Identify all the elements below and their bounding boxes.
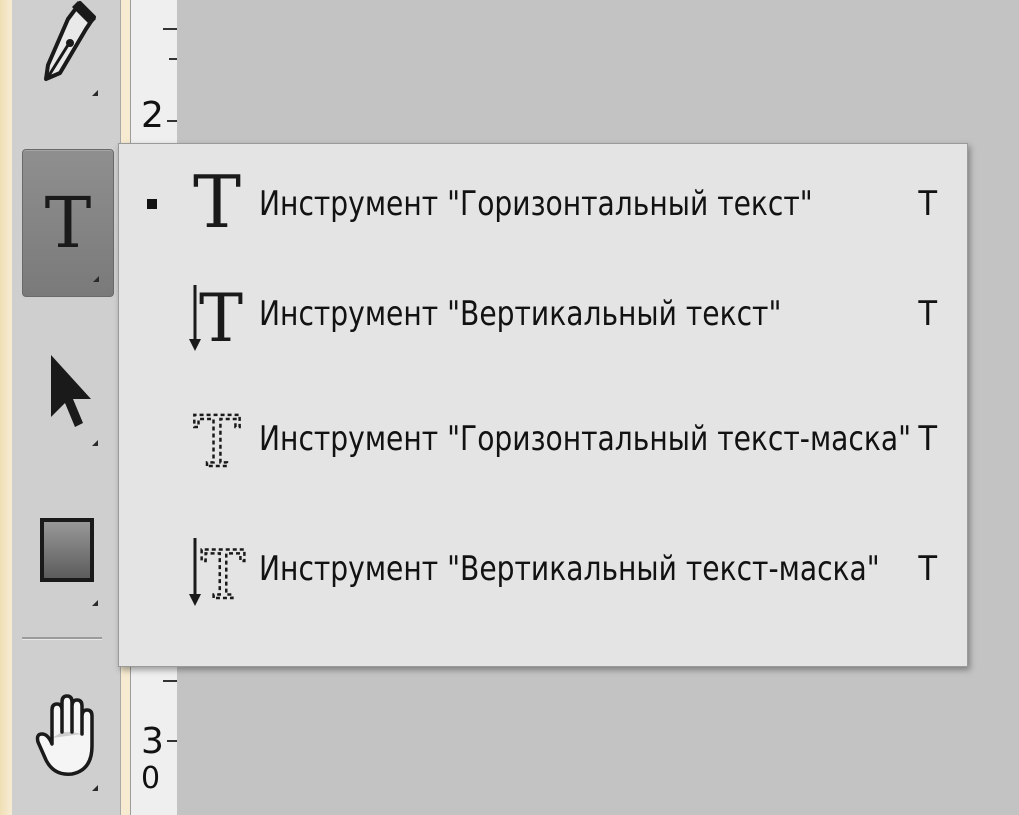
type-tool-button[interactable]: T	[22, 149, 114, 297]
svg-text:T: T	[193, 160, 241, 244]
menu-item-label: Инструмент "Горизонтальный текст"	[259, 184, 813, 224]
type-tools-flyout-menu: T Инструмент "Горизонтальный текст" T T …	[118, 143, 968, 667]
svg-text:T: T	[194, 401, 241, 483]
ruler-tick	[163, 680, 177, 682]
menu-item-label: Инструмент "Горизонтальный текст-маска"	[259, 419, 912, 459]
menu-item-label: Инструмент "Вертикальный текст"	[259, 294, 782, 334]
ruler-tick	[167, 740, 177, 742]
arrow-icon	[51, 355, 91, 427]
rectangle-tool-button[interactable]	[22, 480, 112, 620]
hand-icon	[35, 694, 94, 776]
pen-tool-button[interactable]	[22, 0, 112, 110]
svg-text:T: T	[199, 280, 243, 357]
rectangle-icon	[40, 518, 94, 582]
shortcut-label: T	[918, 419, 937, 459]
ruler-number: 0	[141, 761, 161, 796]
hand-tool-button[interactable]	[22, 665, 112, 805]
vertical-type-mask-icon: T	[189, 536, 246, 615]
menu-item-horizontal-type[interactable]: T Инструмент "Горизонтальный текст" T	[119, 149, 967, 259]
submenu-indicator-icon	[92, 440, 98, 446]
shortcut-label: T	[918, 184, 937, 224]
svg-text:T: T	[201, 537, 245, 614]
menu-item-vertical-type-mask[interactable]: T Инструмент "Вертикальный текст-маска" …	[119, 514, 967, 624]
submenu-indicator-icon	[93, 276, 99, 282]
horizontal-type-icon: T	[193, 160, 241, 244]
shortcut-label: T	[918, 294, 937, 334]
type-icon: T	[44, 182, 92, 264]
ruler-tick	[167, 120, 177, 122]
ruler-tick	[163, 28, 177, 30]
submenu-indicator-icon	[92, 90, 98, 96]
vertical-type-icon: T	[189, 280, 243, 357]
ruler-tick	[169, 58, 177, 60]
selected-bullet-icon	[147, 199, 157, 209]
ruler-number: 3	[141, 721, 164, 762]
menu-item-horizontal-type-mask[interactable]: T Инструмент "Горизонтальный текст-маска…	[119, 384, 967, 494]
pen-icon	[44, 1, 96, 81]
tools-panel: T	[12, 0, 121, 815]
horizontal-type-mask-icon: T	[192, 400, 241, 485]
menu-item-vertical-type[interactable]: T Инструмент "Вертикальный текст" T	[119, 259, 967, 369]
shortcut-label: T	[918, 549, 937, 589]
path-selection-tool-button[interactable]	[22, 320, 112, 460]
ruler-number: 2	[141, 95, 164, 136]
menu-item-label: Инструмент "Вертикальный текст-маска"	[259, 549, 880, 589]
toolbar-separator	[22, 637, 102, 640]
submenu-indicator-icon	[92, 600, 98, 606]
submenu-indicator-icon	[92, 785, 98, 791]
